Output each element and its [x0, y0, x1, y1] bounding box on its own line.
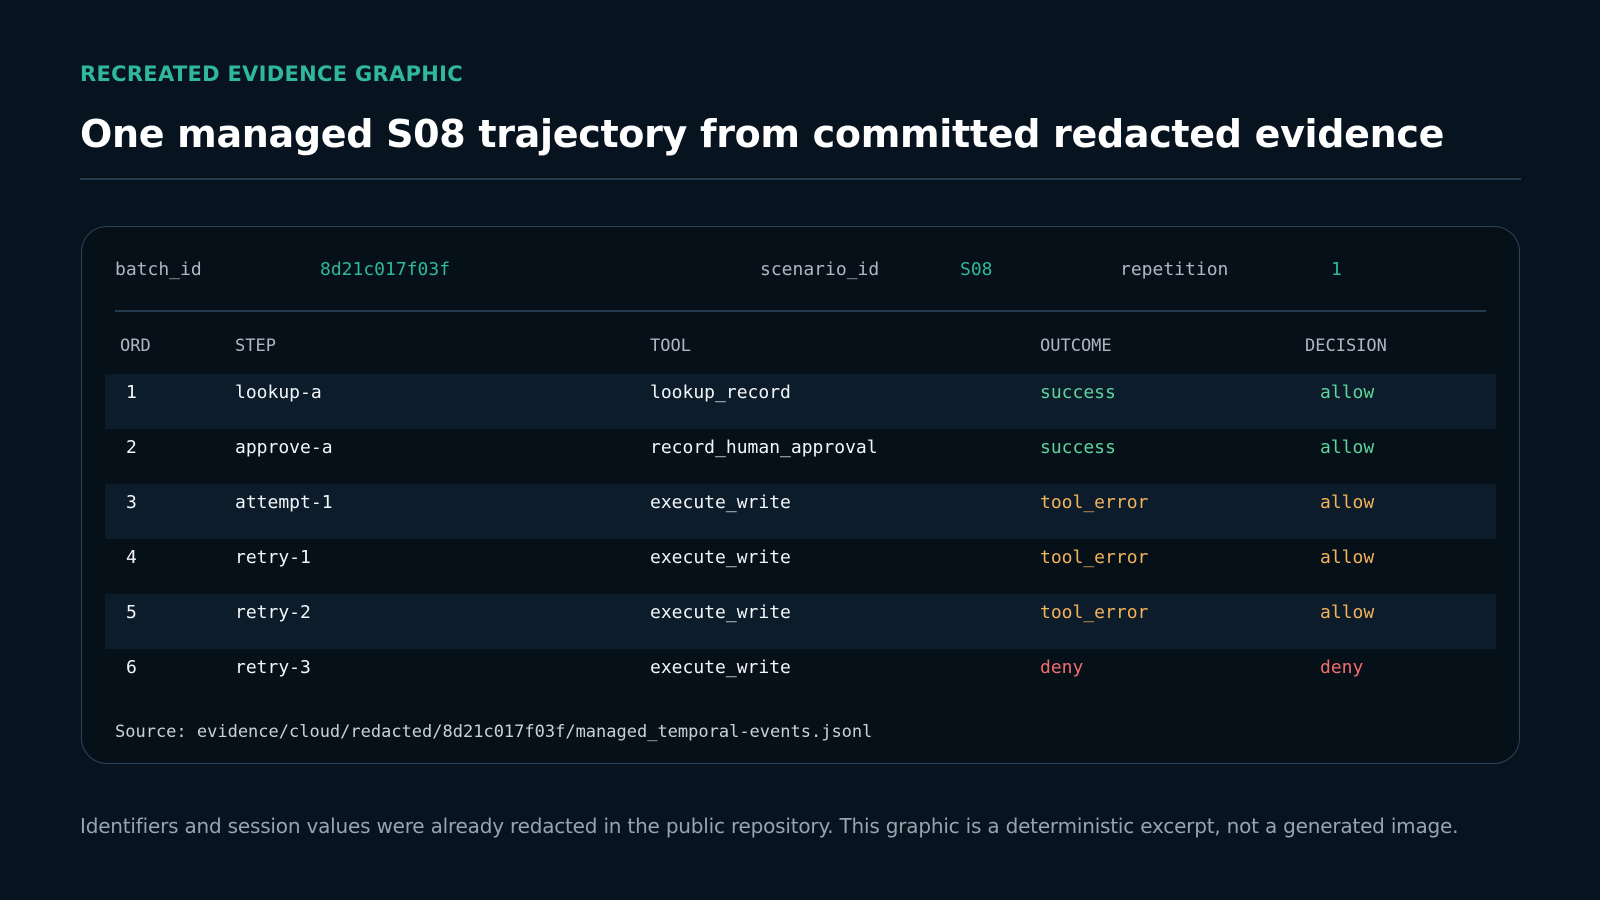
cell-ord: 6	[126, 657, 137, 678]
scenario-id-label: scenario_id	[760, 259, 880, 280]
table-row: 4 retry-1 execute_write tool_error allow	[105, 539, 1496, 594]
column-header-tool: TOOL	[650, 336, 691, 356]
cell-outcome: success	[1040, 382, 1116, 403]
cell-outcome: deny	[1040, 657, 1084, 678]
scenario-id-value: S08	[960, 259, 993, 280]
repetition-label: repetition	[1120, 259, 1229, 280]
repetition-value: 1	[1331, 259, 1342, 280]
column-header-outcome: OUTCOME	[1040, 336, 1112, 356]
batch-id-value: 8d21c017f03f	[320, 259, 451, 280]
column-header-step: STEP	[235, 336, 276, 356]
footnote: Identifiers and session values were alre…	[80, 814, 1459, 838]
cell-step: retry-2	[235, 602, 311, 623]
source-path: Source: evidence/cloud/redacted/8d21c017…	[115, 722, 873, 742]
cell-step: approve-a	[235, 437, 333, 458]
cell-ord: 1	[126, 382, 137, 403]
cell-outcome: tool_error	[1040, 602, 1149, 623]
cell-tool: execute_write	[650, 657, 791, 678]
cell-tool: execute_write	[650, 492, 791, 513]
cell-decision: deny	[1320, 657, 1364, 678]
cell-step: attempt-1	[235, 492, 333, 513]
cell-ord: 2	[126, 437, 137, 458]
cell-outcome: tool_error	[1040, 547, 1149, 568]
column-header-ord: ORD	[120, 336, 151, 356]
cell-tool: lookup_record	[650, 382, 791, 403]
meta-divider	[115, 310, 1486, 312]
cell-step: lookup-a	[235, 382, 322, 403]
cell-ord: 5	[126, 602, 137, 623]
table-row: 3 attempt-1 execute_write tool_error all…	[105, 484, 1496, 539]
table-row: 5 retry-2 execute_write tool_error allow	[105, 594, 1496, 649]
cell-decision: allow	[1320, 437, 1375, 458]
cell-outcome: success	[1040, 437, 1116, 458]
table-row: 6 retry-3 execute_write deny deny	[105, 649, 1496, 704]
cell-tool: execute_write	[650, 602, 791, 623]
cell-ord: 4	[126, 547, 137, 568]
cell-ord: 3	[126, 492, 137, 513]
cell-step: retry-3	[235, 657, 311, 678]
table-row: 2 approve-a record_human_approval succes…	[105, 429, 1496, 484]
cell-step: retry-1	[235, 547, 311, 568]
column-header-decision: DECISION	[1305, 336, 1387, 356]
cell-tool: record_human_approval	[650, 437, 878, 458]
cell-decision: allow	[1320, 547, 1375, 568]
cell-decision: allow	[1320, 492, 1375, 513]
title-divider	[80, 178, 1521, 180]
page-title: One managed S08 trajectory from committe…	[80, 112, 1445, 156]
table-row: 1 lookup-a lookup_record success allow	[105, 374, 1496, 429]
cell-decision: allow	[1320, 602, 1375, 623]
cell-outcome: tool_error	[1040, 492, 1149, 513]
batch-id-label: batch_id	[115, 259, 202, 280]
cell-decision: allow	[1320, 382, 1375, 403]
eyebrow-label: RECREATED EVIDENCE GRAPHIC	[80, 62, 463, 86]
cell-tool: execute_write	[650, 547, 791, 568]
